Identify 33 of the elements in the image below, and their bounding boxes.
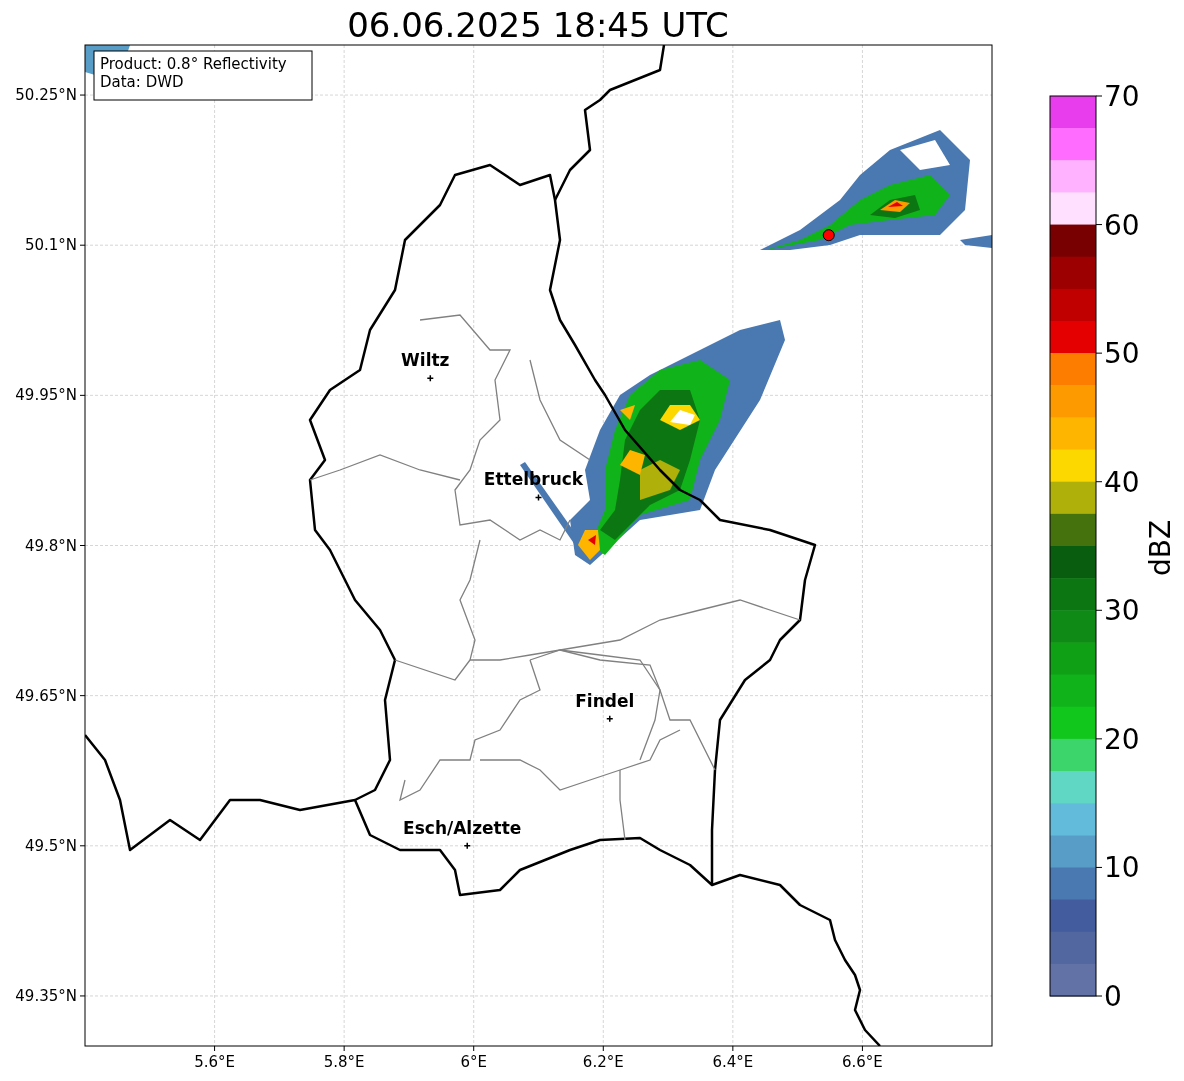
colorbar-tick-label: 30 xyxy=(1104,594,1140,628)
radar-site-marker xyxy=(822,229,835,242)
axis-tick-label: 49.5°N xyxy=(24,836,77,855)
axis-tick-label: 6.2°E xyxy=(582,1053,624,1071)
axis-tick-label: 6.6°E xyxy=(842,1053,883,1071)
colorbar-tick-label: 60 xyxy=(1104,208,1140,242)
axis-tick-label: 5.6°E xyxy=(194,1053,235,1071)
colorbar-tick-label: 70 xyxy=(1104,80,1140,113)
city-marker-icon xyxy=(606,714,614,723)
info-text: Product: 0.8° Reflectivity xyxy=(100,55,287,73)
city-label: Esch/Alzette xyxy=(403,817,522,838)
axis-tick-label: 6.4°E xyxy=(712,1053,754,1071)
axis-tick-label: 50.25°N xyxy=(15,86,77,105)
city-marker-icon xyxy=(426,374,435,383)
colorbar-tick-label: 50 xyxy=(1104,337,1140,371)
axis-tick-label: 5.8°E xyxy=(323,1053,365,1071)
colorbar-tick-label: 0 xyxy=(1104,980,1122,1013)
colorbar-tick-label: 10 xyxy=(1104,851,1140,885)
colorbar-tick-label: 40 xyxy=(1104,465,1140,499)
city-label: Findel xyxy=(575,690,635,711)
city-label: Wiltz xyxy=(401,350,450,371)
axis-tick-label: 49.95°N xyxy=(15,386,77,405)
axis-tick-label: 49.8°N xyxy=(24,536,77,555)
axis-tick-label: 49.35°N xyxy=(15,986,77,1005)
city-marker-icon xyxy=(534,493,543,502)
chart-title: 06.06.2025 18:45 UTC xyxy=(347,5,729,45)
axis-tick-label: 50.1°N xyxy=(24,236,77,255)
colorbar-label: dBZ xyxy=(1144,519,1177,577)
axis-tick-label: 49.65°N xyxy=(15,686,77,705)
info-text: Data: DWD xyxy=(100,73,184,91)
axis-tick-label: 6°E xyxy=(460,1053,487,1071)
city-marker-icon xyxy=(463,842,471,850)
colorbar-tick-label: 20 xyxy=(1104,722,1140,756)
